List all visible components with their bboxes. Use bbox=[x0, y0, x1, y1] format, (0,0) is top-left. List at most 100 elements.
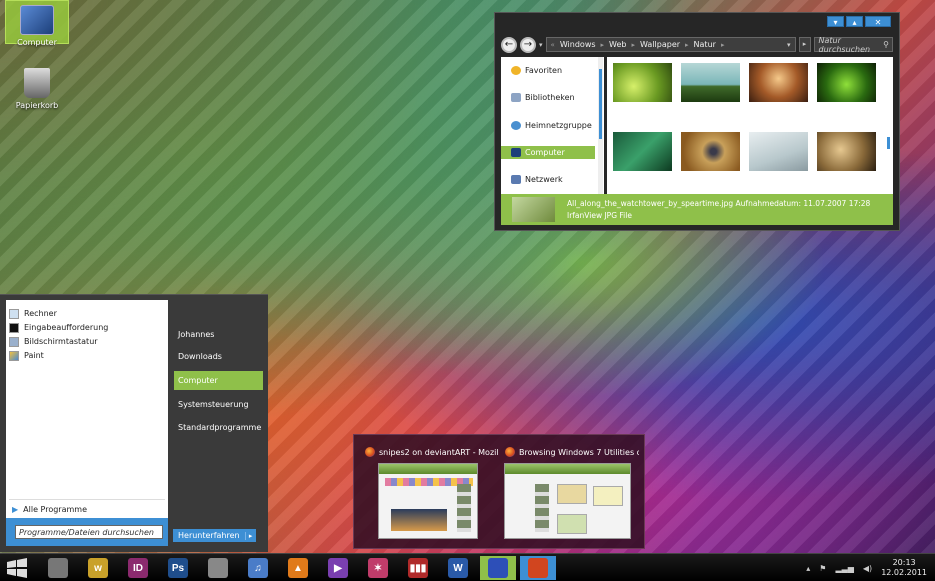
breadcrumb-item[interactable]: Windows bbox=[560, 40, 596, 49]
firefox-icon bbox=[528, 558, 548, 578]
taskbar-button[interactable] bbox=[480, 556, 516, 580]
program-on-screen-keyboard[interactable]: Bildschirmtastatur bbox=[9, 335, 98, 348]
bird-branch-thumbnail[interactable] bbox=[681, 132, 740, 171]
taskbar-button[interactable] bbox=[40, 556, 76, 580]
forward-button[interactable]: → bbox=[520, 36, 536, 53]
indesign-icon: ID bbox=[128, 558, 148, 578]
action-center-icon[interactable]: ⚑ bbox=[819, 564, 826, 573]
media-player-icon: ▶ bbox=[328, 558, 348, 578]
taskbar-button[interactable]: ♫ bbox=[240, 556, 276, 580]
chevron-right-icon: ▸ bbox=[685, 40, 689, 49]
chevron-right-icon: ▸ bbox=[720, 40, 725, 49]
green-snake-thumbnail[interactable] bbox=[817, 63, 876, 102]
window-controls: ▾ ▴ ✕ bbox=[827, 16, 891, 27]
program-command-prompt[interactable]: Eingabeaufforderung bbox=[9, 321, 108, 334]
winamp-icon: w bbox=[88, 558, 108, 578]
start-menu-programs: Rechner Eingabeaufforderung Bildschirmta… bbox=[6, 300, 168, 518]
nav-item-favorites[interactable]: Favoriten bbox=[501, 64, 595, 77]
file-name-row: All_along_the_watchtower_by_speartime.jp… bbox=[567, 198, 870, 210]
computer-icon bbox=[20, 5, 54, 35]
desktop-icon-recycle-bin[interactable]: Papierkorb bbox=[5, 64, 69, 112]
search-input[interactable]: Natur durchsuchen ⚲ bbox=[813, 36, 893, 54]
chevron-right-icon: ▸ bbox=[631, 40, 636, 49]
desktop-icon-computer[interactable]: Computer bbox=[5, 0, 69, 47]
navigation-pane: Favoriten Bibliotheken Heimnetzgruppe Co… bbox=[501, 57, 604, 205]
recent-pages-dropdown[interactable]: ▾ bbox=[539, 41, 543, 49]
refresh-button[interactable]: ▸ bbox=[798, 37, 811, 52]
program-label: Rechner bbox=[24, 309, 57, 318]
preview-thumbnail bbox=[378, 463, 478, 539]
taskbar-button[interactable]: Ps bbox=[160, 556, 196, 580]
windows-start-button[interactable] bbox=[6, 558, 28, 578]
file-list-scrollbar[interactable] bbox=[886, 57, 891, 205]
taskbar-button[interactable]: W bbox=[440, 556, 476, 580]
start-item-default-programs[interactable]: Standardprogramme bbox=[174, 418, 263, 437]
taskbar-button[interactable] bbox=[520, 556, 556, 580]
scrollbar-thumb[interactable] bbox=[599, 69, 602, 139]
dewy-leaf-thumbnail[interactable] bbox=[613, 132, 672, 171]
nav-item-label: Favoriten bbox=[525, 66, 563, 75]
computer-icon bbox=[511, 148, 521, 157]
all-programs-label: Alle Programme bbox=[23, 505, 88, 514]
search-icon: ⚲ bbox=[883, 40, 889, 49]
back-button[interactable]: ← bbox=[501, 36, 517, 53]
taskbar-button[interactable] bbox=[200, 556, 236, 580]
close-button[interactable]: ✕ bbox=[865, 16, 891, 27]
all-programs-button[interactable]: ▶ Alle Programme bbox=[12, 505, 87, 514]
breadcrumb-item[interactable]: Natur bbox=[694, 40, 716, 49]
navigation-bar: ← → ▾ « Windows ▸ Web ▸ Wallpaper ▸ Natu… bbox=[501, 35, 893, 54]
taskbar-button[interactable]: ▮▮▮ bbox=[400, 556, 436, 580]
flag-icon[interactable]: ▴ bbox=[806, 564, 810, 573]
frosty-plant-thumbnail[interactable] bbox=[749, 132, 808, 171]
grass-sky-thumbnail[interactable] bbox=[681, 63, 740, 102]
preview-window[interactable]: snipes2 on deviantART - Mozill... bbox=[365, 447, 499, 539]
sunset-field-thumbnail[interactable] bbox=[749, 63, 808, 102]
start-search-input[interactable]: Programme/Dateien durchsuchen bbox=[15, 525, 163, 539]
start-item-user[interactable]: Johannes bbox=[174, 325, 263, 344]
minimize-button[interactable]: ▾ bbox=[827, 16, 844, 27]
dry-grass-thumbnail[interactable] bbox=[817, 132, 876, 171]
scrollbar-thumb[interactable] bbox=[887, 137, 890, 149]
clock-time: 20:13 bbox=[892, 558, 916, 567]
selected-file-thumbnail bbox=[512, 197, 555, 222]
program-calculator[interactable]: Rechner bbox=[9, 307, 57, 320]
program-label: Eingabeaufforderung bbox=[24, 323, 109, 332]
homegroup-icon bbox=[511, 121, 521, 130]
shutdown-options-arrow[interactable]: ▸ bbox=[244, 531, 256, 540]
network-signal-icon[interactable]: ▂▃▅ bbox=[835, 564, 853, 573]
green-bokeh-thumbnail[interactable] bbox=[613, 63, 672, 102]
calculator-icon bbox=[9, 308, 19, 319]
breadcrumb-item[interactable]: Wallpaper bbox=[640, 40, 680, 49]
nav-item-homegroup[interactable]: Heimnetzgruppe bbox=[501, 119, 595, 132]
start-item-control-panel[interactable]: Systemsteuerung bbox=[174, 395, 263, 414]
taskbar-button[interactable]: ✶ bbox=[360, 556, 396, 580]
taskbar-button[interactable]: ▶ bbox=[320, 556, 356, 580]
chevron-right-icon: ▶ bbox=[12, 505, 19, 514]
shutdown-button[interactable]: Herunterfahren bbox=[173, 531, 245, 540]
nav-item-libraries[interactable]: Bibliotheken bbox=[501, 91, 595, 104]
explorer-icon bbox=[48, 558, 68, 578]
nav-item-computer[interactable]: Computer bbox=[501, 146, 595, 159]
taskbar-button[interactable]: ▲ bbox=[280, 556, 316, 580]
start-item-downloads[interactable]: Downloads bbox=[174, 347, 263, 366]
chevron-right-icon: « bbox=[550, 40, 555, 49]
divider bbox=[9, 499, 165, 500]
preview-window[interactable]: Browsing Windows 7 Utilities o... bbox=[504, 447, 639, 539]
clock[interactable]: 20:13 12.02.2011 bbox=[881, 558, 927, 578]
maximize-button[interactable]: ▴ bbox=[846, 16, 863, 27]
start-item-computer[interactable]: Computer bbox=[174, 371, 263, 390]
system-tray: ▴ ⚑ ▂▃▅ ◀) 20:13 12.02.2011 bbox=[806, 554, 927, 581]
program-paint[interactable]: Paint bbox=[9, 349, 44, 362]
nav-pane-scrollbar[interactable] bbox=[598, 57, 603, 205]
breadcrumb-item[interactable]: Web bbox=[609, 40, 626, 49]
file-details: All_along_the_watchtower_by_speartime.jp… bbox=[567, 198, 870, 222]
taskbar-button[interactable]: ID bbox=[120, 556, 156, 580]
address-bar[interactable]: « Windows ▸ Web ▸ Wallpaper ▸ Natur ▸ ▾ bbox=[545, 37, 796, 52]
nav-item-network[interactable]: Netzwerk bbox=[501, 173, 595, 186]
word-icon: W bbox=[448, 558, 468, 578]
equalizer-icon: ▮▮▮ bbox=[408, 558, 428, 578]
volume-icon[interactable]: ◀) bbox=[863, 564, 872, 573]
date-value: 11.07.2007 17:28 bbox=[803, 198, 871, 208]
taskbar-button[interactable]: w bbox=[80, 556, 116, 580]
chevron-down-icon[interactable]: ▾ bbox=[787, 41, 791, 49]
